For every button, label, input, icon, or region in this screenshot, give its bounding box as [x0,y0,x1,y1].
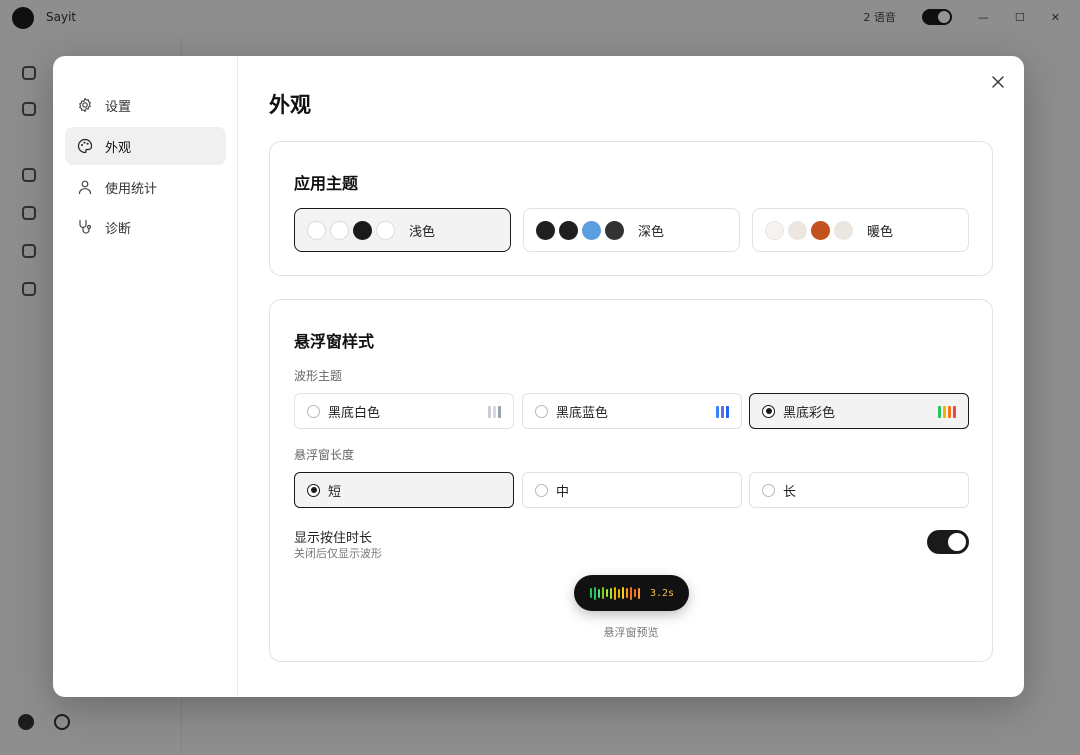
preview-label: 悬浮窗预览 [603,626,659,639]
radio [307,404,320,418]
sidebar-item-label: 使用统计 [105,181,158,197]
app-theme-card: 应用主题 浅色 深色 暖色 [269,141,993,276]
theme-option-label: 浅色 [409,224,436,240]
theme-swatch [811,220,830,240]
show-duration-title: 显示按住时长 [294,531,373,546]
theme-option-label: 深色 [638,224,665,240]
settings-sidebar: 设置 外观 使用统计 诊断 [53,56,238,697]
sidebar-item-label: 设置 [105,99,132,115]
preview-timer: 3.2s [650,587,675,599]
sidebar-item-diagnose[interactable]: 诊断 [65,208,226,246]
toggle-knob [948,533,966,551]
wave-bars-icon [488,406,501,418]
wave-bars-icon [716,406,729,418]
length-option-short[interactable]: 短 [294,472,514,508]
user-icon [78,180,92,195]
radio [535,483,548,497]
length-option-medium[interactable]: 中 [522,472,742,508]
theme-swatch [582,220,601,240]
sidebar-item-settings[interactable]: 设置 [65,86,226,124]
appearance-panel: 外观 应用主题 浅色 深色 暖色 悬浮窗样式 波形主题 黑底白色 黑底蓝色 黑底… [269,56,994,697]
settings-modal: 设置 外观 使用统计 诊断 外观 应用主题 浅色 深色 暖色 悬浮窗样式 波形主… [53,56,1024,697]
window-length-label: 悬浮窗长度 [294,448,355,462]
wave-option-label: 黑底白色 [328,405,381,421]
theme-swatch [834,220,853,240]
sidebar-item-usage[interactable]: 使用统计 [65,168,226,206]
floating-style-card: 悬浮窗样式 波形主题 黑底白色 黑底蓝色 黑底彩色 悬浮窗长度 短 中 长 显示… [269,299,993,662]
sidebar-item-appearance[interactable]: 外观 [65,127,226,165]
waveform-icon [590,586,640,600]
palette-icon [77,138,93,154]
theme-swatch [559,220,578,240]
theme-swatch [605,220,624,240]
sidebar-item-label: 诊断 [105,221,132,237]
sidebar-item-label: 外观 [105,140,132,156]
length-option-label: 长 [783,484,797,500]
floating-window-preview: 3.2s [574,575,689,611]
theme-option-dark[interactable]: 深色 [523,208,740,252]
app-theme-title: 应用主题 [294,174,359,193]
theme-swatch [376,220,395,240]
wave-option-white[interactable]: 黑底白色 [294,393,514,429]
theme-swatch [765,220,784,240]
radio [762,483,775,497]
page-title: 外观 [269,93,311,117]
length-option-label: 短 [328,484,342,500]
radio-selected [307,483,320,497]
theme-swatch [353,220,372,240]
wave-theme-label: 波形主题 [294,369,343,383]
radio [535,404,548,418]
stethoscope-icon [79,219,92,234]
gear-icon [79,97,91,113]
length-option-long[interactable]: 长 [749,472,969,508]
wave-option-color[interactable]: 黑底彩色 [749,393,969,429]
theme-option-warm[interactable]: 暖色 [752,208,969,252]
theme-swatch [307,220,326,240]
wave-option-label: 黑底蓝色 [556,405,609,421]
theme-option-label: 暖色 [867,224,894,240]
theme-swatch [788,220,807,240]
length-option-label: 中 [556,484,570,500]
theme-swatch [330,220,349,240]
theme-option-light[interactable]: 浅色 [294,208,511,252]
wave-option-blue[interactable]: 黑底蓝色 [522,393,742,429]
show-duration-subtitle: 关闭后仅显示波形 [294,547,382,560]
floating-style-title: 悬浮窗样式 [294,332,375,351]
theme-swatch [536,220,555,240]
show-duration-toggle[interactable] [927,530,969,554]
radio-selected [762,404,775,418]
wave-bars-icon [938,406,956,418]
wave-option-label: 黑底彩色 [783,405,836,421]
